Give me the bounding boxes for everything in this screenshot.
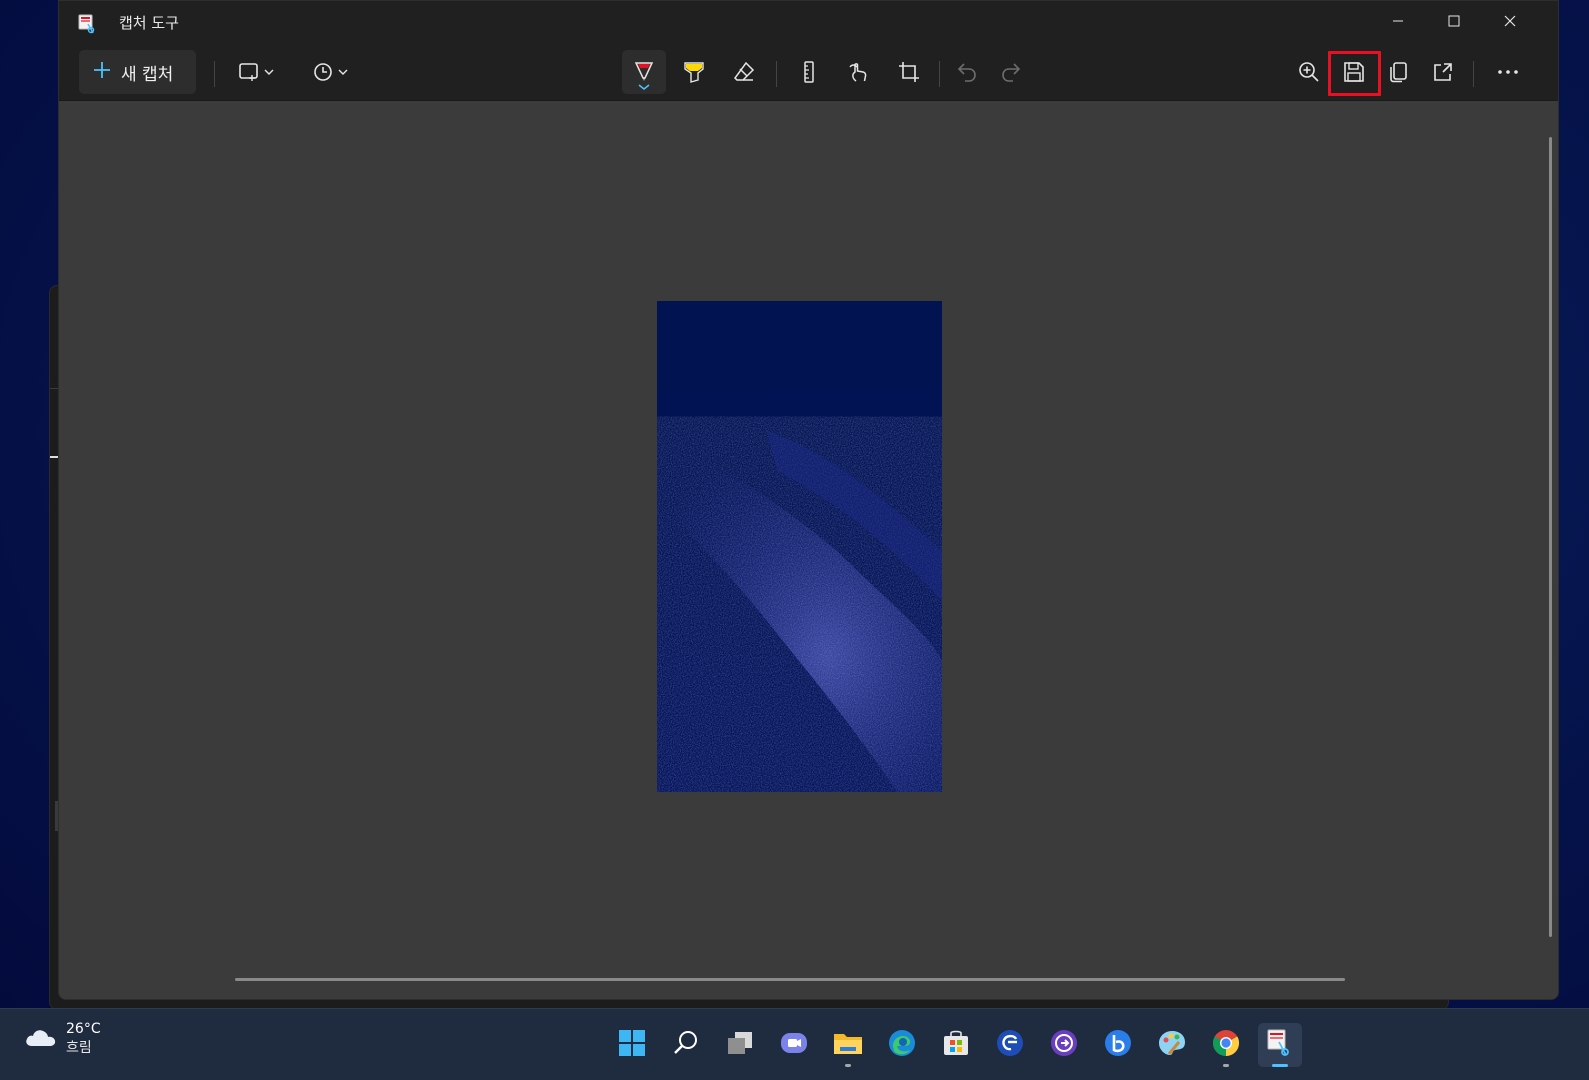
edge-icon: [887, 1028, 917, 1062]
cloud-icon: [24, 1025, 58, 1053]
running-indicator: [845, 1064, 851, 1067]
weather-temperature: 26°C: [66, 1021, 101, 1037]
capture-canvas[interactable]: [59, 101, 1558, 999]
windows-logo-icon: [618, 1029, 646, 1061]
close-icon: [1504, 12, 1516, 31]
share-button[interactable]: [1421, 50, 1465, 94]
maximize-button[interactable]: [1426, 1, 1482, 41]
app-8-button[interactable]: [988, 1023, 1032, 1067]
app-10-button[interactable]: [1096, 1023, 1140, 1067]
redo-button[interactable]: [989, 50, 1033, 94]
highlighter-button[interactable]: [672, 50, 716, 94]
redo-icon: [999, 60, 1023, 84]
more-options-button[interactable]: [1486, 50, 1530, 94]
crop-button[interactable]: [887, 50, 931, 94]
toolbar-divider: [939, 61, 940, 87]
title-bar[interactable]: 캡처 도구: [59, 1, 1558, 43]
app-8-icon: [995, 1028, 1025, 1062]
undo-button[interactable]: [945, 50, 989, 94]
start-button[interactable]: [610, 1023, 654, 1067]
crop-icon: [897, 60, 921, 84]
eraser-icon: [732, 60, 756, 84]
captured-screenshot-image[interactable]: [657, 301, 942, 792]
copy-icon: [1387, 60, 1411, 84]
search-button[interactable]: [664, 1023, 708, 1067]
task-view-button[interactable]: [718, 1023, 762, 1067]
weather-text: 26°C 흐림: [66, 1021, 101, 1057]
weather-description: 흐림: [66, 1040, 92, 1056]
maximize-icon: [1448, 12, 1460, 31]
paint-icon: [1157, 1028, 1187, 1062]
highlighter-icon: [682, 60, 706, 84]
touch-writing-icon: [847, 60, 871, 84]
window-title: 캡처 도구: [119, 14, 179, 32]
save-button[interactable]: [1332, 50, 1376, 94]
share-icon: [1431, 60, 1455, 84]
toolbar-divider: [1473, 61, 1474, 87]
ballpoint-pen-button[interactable]: [622, 50, 666, 94]
new-capture-button[interactable]: 새 캡처: [79, 50, 196, 94]
close-button[interactable]: [1482, 1, 1538, 41]
ballpoint-pen-icon: [632, 60, 656, 84]
app-10-icon: [1103, 1028, 1133, 1062]
weather-widget[interactable]: 26°C 흐림: [24, 1021, 101, 1057]
file-explorer-button[interactable]: [826, 1023, 870, 1067]
ruler-button[interactable]: [787, 50, 831, 94]
task-view-icon: [725, 1029, 755, 1061]
toolbar: 새 캡처: [59, 43, 1558, 101]
vertical-scrollbar[interactable]: [1549, 137, 1552, 937]
eraser-button[interactable]: [722, 50, 766, 94]
chat-button[interactable]: [772, 1023, 816, 1067]
edge-button[interactable]: [880, 1023, 924, 1067]
zoom-in-icon: [1297, 60, 1321, 84]
rectangle-snip-icon: [238, 61, 276, 83]
search-icon: [672, 1029, 700, 1061]
clock-icon: [312, 61, 350, 83]
snip-mode-button[interactable]: [231, 50, 283, 94]
delay-button[interactable]: [305, 50, 357, 94]
toolbar-divider: [776, 61, 777, 87]
snipping-tool-icon: [1265, 1028, 1295, 1062]
ruler-icon: [797, 60, 821, 84]
copy-button[interactable]: [1377, 50, 1421, 94]
teams-chat-icon: [779, 1029, 809, 1061]
snipping-tool-app-icon: [77, 13, 97, 34]
more-icon: [1496, 60, 1520, 84]
taskbar: 26°C 흐림: [0, 1008, 1589, 1080]
paint-button[interactable]: [1150, 1023, 1194, 1067]
touch-writing-button[interactable]: [837, 50, 881, 94]
chevron-down-icon: [638, 84, 650, 90]
running-indicator: [1223, 1064, 1229, 1067]
plus-icon: [93, 61, 111, 84]
snipping-tool-window: 캡처 도구 새 캡처: [58, 0, 1559, 1000]
zoom-in-button[interactable]: [1287, 50, 1331, 94]
minimize-icon: [1392, 12, 1404, 31]
undo-icon: [955, 60, 979, 84]
chrome-button[interactable]: [1204, 1023, 1248, 1067]
app-9-icon: [1049, 1028, 1079, 1062]
snipping-tool-taskbar-button[interactable]: [1258, 1023, 1302, 1067]
folder-icon: [832, 1029, 864, 1061]
app-9-button[interactable]: [1042, 1023, 1086, 1067]
new-capture-label: 새 캡처: [121, 64, 174, 85]
horizontal-scrollbar[interactable]: [235, 978, 1345, 981]
minimize-button[interactable]: [1370, 1, 1426, 41]
save-icon: [1342, 60, 1366, 84]
active-indicator: [1272, 1064, 1288, 1067]
toolbar-divider: [214, 61, 215, 87]
chrome-icon: [1211, 1028, 1241, 1062]
store-icon: [941, 1028, 971, 1062]
store-button[interactable]: [934, 1023, 978, 1067]
